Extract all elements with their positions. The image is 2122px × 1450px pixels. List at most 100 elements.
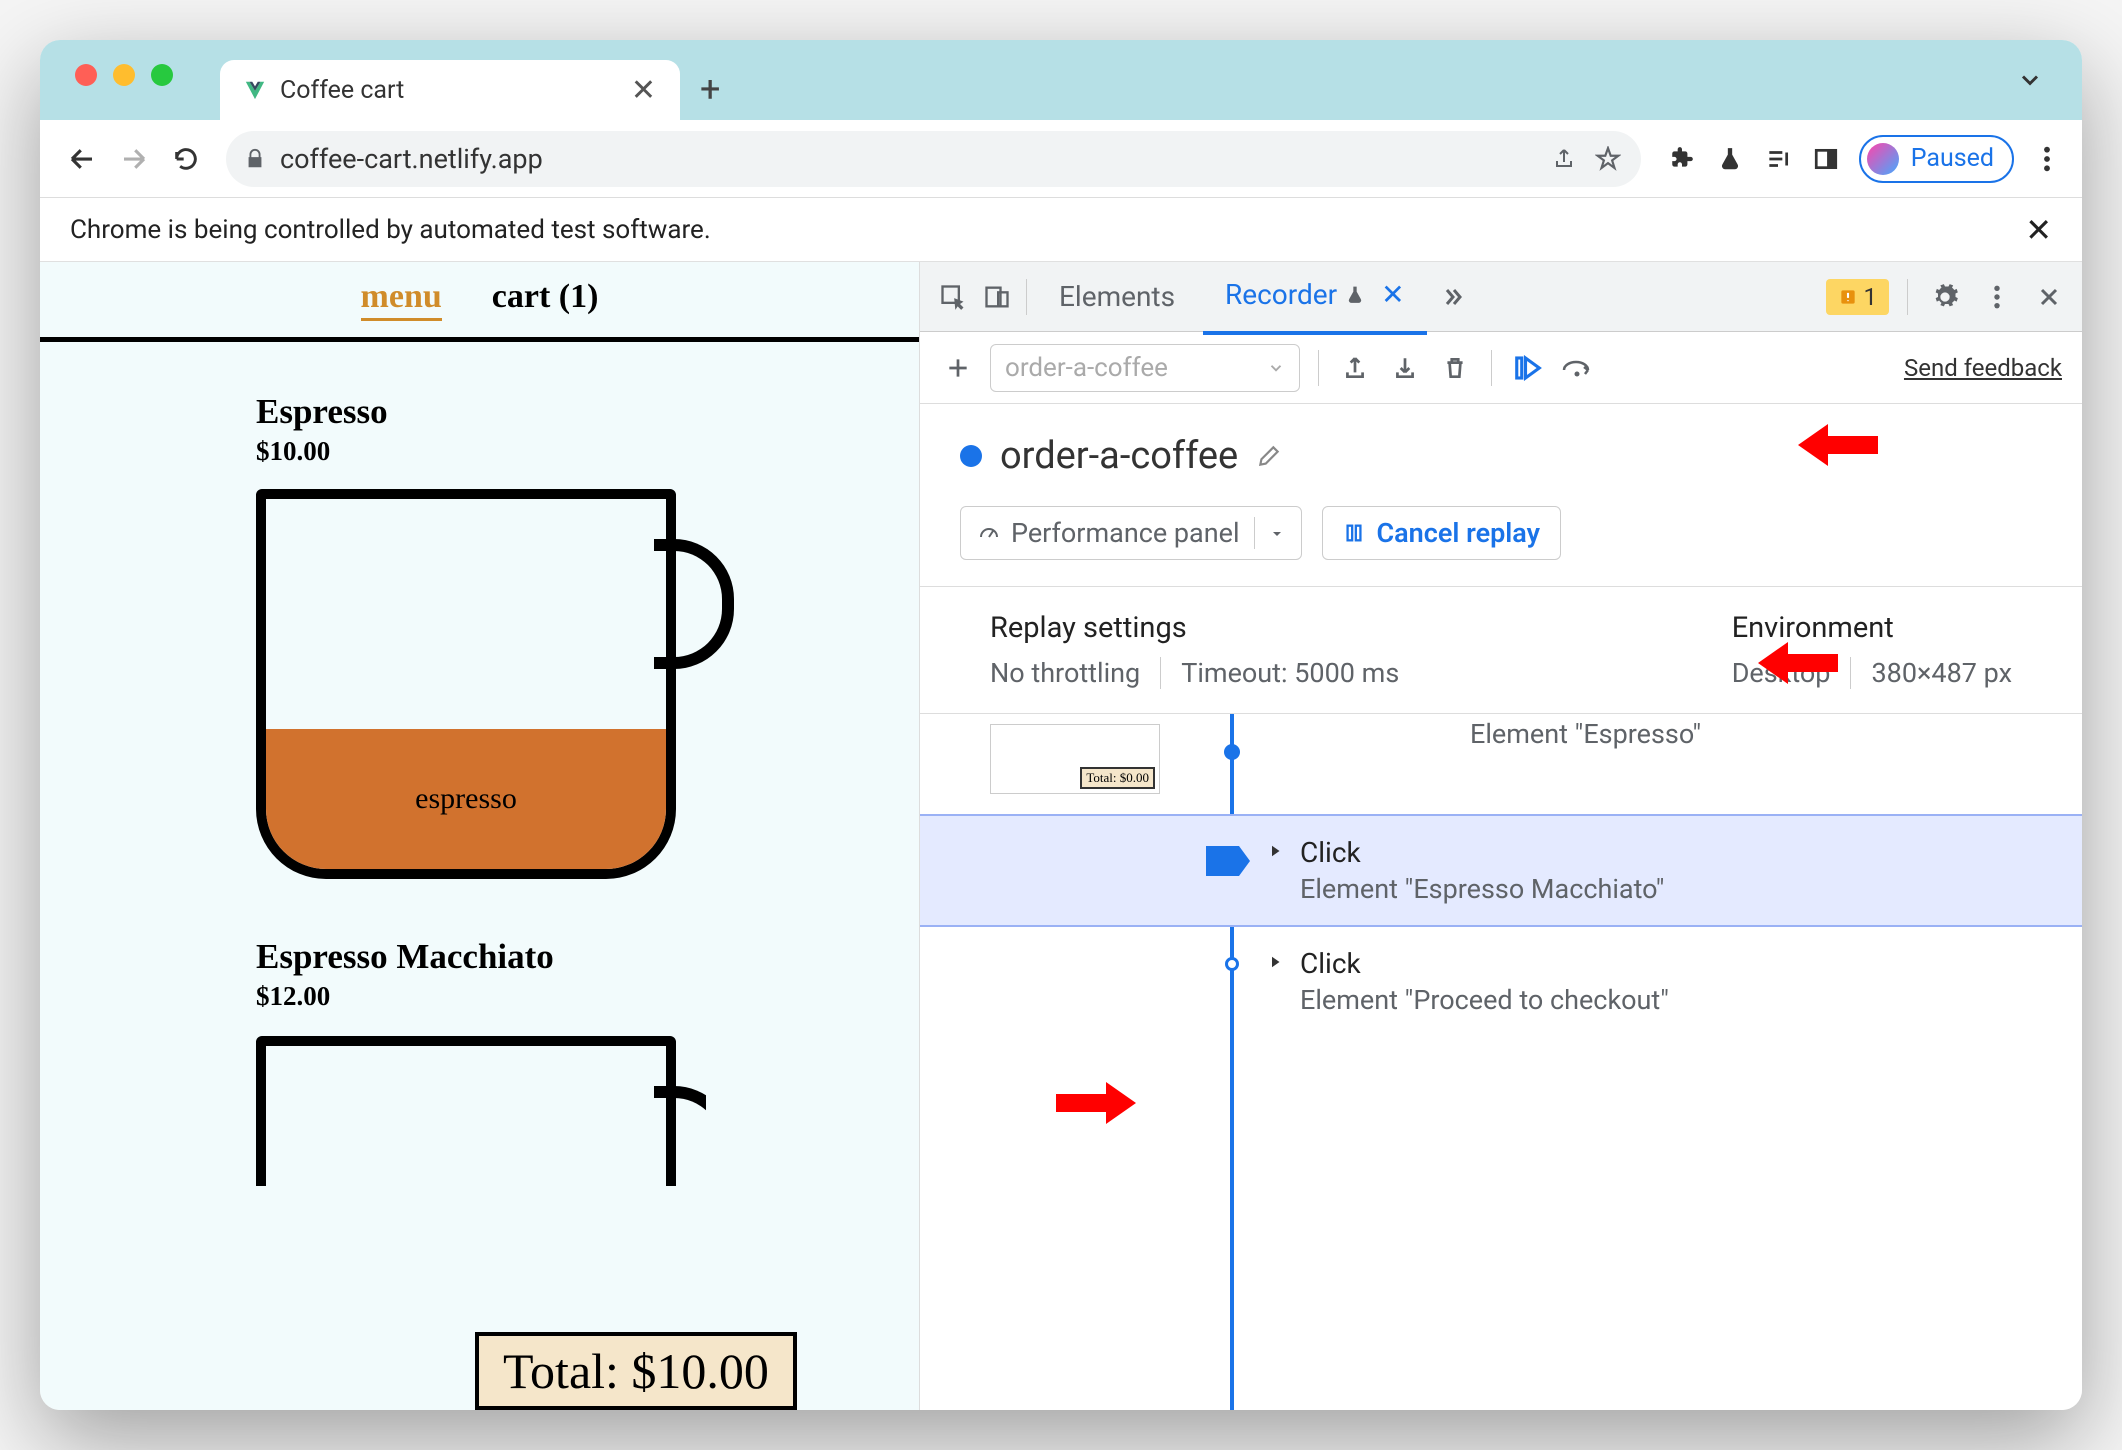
menu-icon[interactable]: [2032, 144, 2062, 174]
share-icon[interactable]: [1549, 144, 1579, 174]
automation-banner: Chrome is being controlled by automated …: [40, 198, 2082, 262]
step-marker: [1224, 744, 1240, 760]
omnibox[interactable]: coffee-cart.netlify.app: [226, 131, 1641, 187]
new-tab-button[interactable]: +: [700, 68, 720, 120]
close-tab-icon[interactable]: ✕: [1381, 278, 1404, 311]
total-badge[interactable]: Total: $10.00: [475, 1332, 797, 1410]
export-icon[interactable]: [1337, 350, 1373, 386]
product-espresso: Espresso $10.00 espresso: [256, 392, 919, 879]
replay-button[interactable]: [1510, 350, 1546, 386]
recorder-toolbar: order-a-coffee Send feedback: [920, 332, 2082, 404]
cancel-replay-button[interactable]: Cancel replay: [1322, 506, 1561, 560]
side-panel-icon[interactable]: [1811, 144, 1841, 174]
browser-window: Coffee cart ✕ + coffee-cart.netlify.app …: [40, 40, 2082, 1410]
avatar: [1867, 143, 1899, 175]
step-row[interactable]: Click Element "Proceed to checkout": [920, 927, 2082, 1036]
step-button[interactable]: [1560, 350, 1596, 386]
warning-icon: [1838, 287, 1858, 307]
close-window-button[interactable]: [75, 64, 97, 86]
close-devtools-icon[interactable]: [2030, 278, 2068, 316]
more-tabs-icon[interactable]: [1433, 278, 1471, 316]
performance-panel-button[interactable]: Performance panel: [960, 506, 1302, 560]
chevron-down-icon[interactable]: [1254, 517, 1285, 549]
recording-dot: [960, 445, 982, 467]
step-thumbnail: Total: $0.00: [990, 724, 1160, 794]
back-button[interactable]: [60, 137, 104, 181]
nav-menu-link[interactable]: menu: [361, 278, 442, 321]
reading-list-icon[interactable]: [1763, 144, 1793, 174]
env-size: 380×487 px: [1850, 657, 2012, 689]
recording-header: order-a-coffee Performance panel Cancel …: [920, 404, 2082, 587]
issues-badge[interactable]: 1: [1826, 279, 1890, 315]
expand-icon[interactable]: [1266, 953, 1284, 971]
profile-paused-chip[interactable]: Paused: [1859, 135, 2014, 183]
chevron-down-icon: [1267, 359, 1285, 377]
vue-icon: [244, 79, 266, 101]
recording-select[interactable]: order-a-coffee: [990, 344, 1300, 392]
content: menu cart (1) Espresso $10.00 espresso E…: [40, 262, 2082, 1410]
annotation-arrow: [1798, 418, 1878, 472]
import-icon[interactable]: [1387, 350, 1423, 386]
gauge-icon: [977, 521, 1001, 545]
tabs-menu-button[interactable]: [2016, 66, 2044, 94]
gear-icon[interactable]: [1926, 278, 1964, 316]
step-row-current[interactable]: Click Element "Espresso Macchiato": [920, 814, 2082, 927]
replay-settings-title: Replay settings: [990, 611, 1399, 645]
pause-icon: [1343, 522, 1365, 544]
bookmark-icon[interactable]: [1593, 144, 1623, 174]
minimize-window-button[interactable]: [113, 64, 135, 86]
breakpoint-marker[interactable]: [1206, 846, 1250, 876]
product-title: Espresso Macchiato: [256, 937, 919, 977]
flask-icon[interactable]: [1715, 144, 1745, 174]
page-nav: menu cart (1): [40, 262, 919, 342]
new-recording-button[interactable]: [940, 350, 976, 386]
devtools-tabs: Elements Recorder ✕ 1: [920, 262, 2082, 332]
step-subtitle: Element "Espresso": [1470, 718, 1701, 750]
coffee-cup[interactable]: [256, 1036, 706, 1186]
tab-elements[interactable]: Elements: [1037, 260, 1197, 333]
reload-button[interactable]: [164, 137, 208, 181]
banner-close-button[interactable]: ✕: [2025, 211, 2052, 249]
timeout-value[interactable]: Timeout: 5000 ms: [1160, 657, 1399, 689]
step-marker: [1225, 957, 1239, 971]
steps-timeline: Total: $0.00 Element "Espresso" Click El…: [920, 714, 2082, 1410]
product-macchiato: Espresso Macchiato $12.00: [256, 937, 919, 1186]
extensions-icon[interactable]: [1667, 144, 1697, 174]
step-title: Click: [1300, 836, 1664, 869]
url-text: coffee-cart.netlify.app: [280, 143, 1535, 175]
send-feedback-link[interactable]: Send feedback: [1904, 354, 2062, 382]
product-title: Espresso: [256, 392, 919, 432]
device-toolbar-icon[interactable]: [978, 278, 1016, 316]
flask-icon: [1345, 285, 1365, 305]
cup-handle: [654, 539, 734, 669]
inspect-icon[interactable]: [934, 278, 972, 316]
step-subtitle: Element "Proceed to checkout": [1300, 984, 1669, 1016]
cup-label: espresso: [415, 782, 517, 816]
throttling-value[interactable]: No throttling: [990, 657, 1140, 689]
tab-title: Coffee cart: [280, 76, 617, 105]
cup-handle: [654, 1086, 706, 1186]
kebab-icon[interactable]: [1978, 278, 2016, 316]
maximize-window-button[interactable]: [151, 64, 173, 86]
tab-recorder[interactable]: Recorder ✕: [1203, 258, 1427, 335]
url-bar: coffee-cart.netlify.app Paused: [40, 120, 2082, 198]
window-controls: [75, 64, 173, 86]
products: Espresso $10.00 espresso Espresso Macchi…: [40, 342, 919, 1186]
coffee-cup[interactable]: espresso: [256, 489, 706, 879]
step-row[interactable]: Total: $0.00 Element "Espresso": [920, 714, 2082, 814]
nav-cart-link[interactable]: cart (1): [492, 278, 599, 321]
close-tab-button[interactable]: ✕: [631, 73, 656, 108]
annotation-arrow: [1758, 636, 1838, 690]
cup-body: espresso: [256, 489, 676, 879]
browser-tab[interactable]: Coffee cart ✕: [220, 60, 680, 120]
thumb-total: Total: $0.00: [1080, 767, 1155, 789]
delete-icon[interactable]: [1437, 350, 1473, 386]
paused-label: Paused: [1911, 144, 1994, 173]
toolbar-icons: Paused: [1667, 135, 2062, 183]
lock-icon: [244, 148, 266, 170]
page-viewport: menu cart (1) Espresso $10.00 espresso E…: [40, 262, 920, 1410]
expand-icon[interactable]: [1266, 842, 1284, 860]
edit-icon[interactable]: [1256, 443, 1282, 469]
forward-button[interactable]: [112, 137, 156, 181]
cup-body: [256, 1036, 676, 1186]
